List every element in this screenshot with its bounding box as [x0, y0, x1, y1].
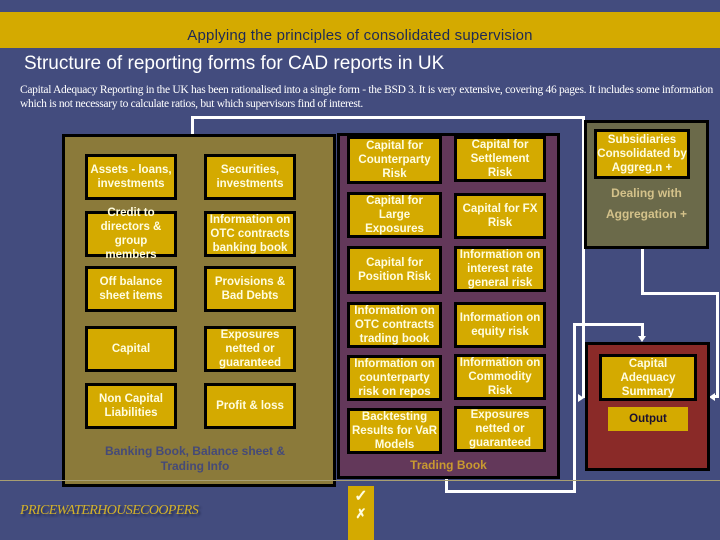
form-capital-large-exposures[interactable]: Capital for Large Exposures: [347, 192, 442, 238]
form-capital-position[interactable]: Capital for Position Risk: [347, 246, 442, 294]
intro-text: Capital Adequacy Reporting in the UK has…: [20, 84, 713, 110]
subsidiaries-panel: Subsidiaries Consolidated by Aggreg.n + …: [584, 120, 709, 249]
form-capital-settlement[interactable]: Capital for Settlement Risk: [454, 136, 546, 182]
subsidiaries-caption-line2: Aggregation +: [605, 207, 687, 221]
arrow-icon: [578, 394, 584, 402]
form-off-balance-sheet[interactable]: Off balance sheet items: [85, 266, 177, 312]
capital-adequacy-summary-panel: Capital Adequacy Summary Output: [585, 342, 710, 471]
form-assets-loans[interactable]: Assets - loans, investments: [85, 154, 177, 200]
form-capital-counterparty[interactable]: Capital for Counterparty Risk: [347, 136, 442, 184]
form-securities[interactable]: Securities, investments: [204, 154, 296, 200]
form-interest-rate-risk[interactable]: Information on interest rate general ris…: [454, 246, 546, 292]
check-icon[interactable]: ✓: [348, 488, 374, 506]
footer-divider: [0, 480, 720, 481]
form-capital[interactable]: Capital: [85, 326, 177, 372]
header-banner: Applying the principles of consolidated …: [0, 12, 720, 48]
form-counterparty-repos[interactable]: Information on counterparty risk on repo…: [347, 355, 442, 401]
form-profit-loss[interactable]: Profit & loss: [204, 383, 296, 429]
form-commodity-risk[interactable]: Information on Commodity Risk: [454, 354, 546, 400]
form-provisions[interactable]: Provisions & Bad Debts: [204, 266, 296, 312]
page-title: Structure of reporting forms for CAD rep…: [24, 53, 445, 74]
form-non-capital-liabilities[interactable]: Non Capital Liabilities: [85, 383, 177, 429]
trading-book-panel: Capital for Counterparty Risk Capital fo…: [337, 133, 560, 479]
form-capital-adequacy-summary[interactable]: Capital Adequacy Summary: [599, 354, 697, 401]
output-label: Output: [608, 407, 688, 431]
form-otc-trading-book[interactable]: Information on OTC contracts trading boo…: [347, 302, 442, 348]
form-credit-directors[interactable]: Credit to directors & group members: [85, 207, 177, 261]
banking-book-panel: Assets - loans, investments Securities, …: [62, 134, 336, 487]
form-equity-risk[interactable]: Information on equity risk: [454, 302, 546, 348]
banner-text: Applying the principles of consolidated …: [187, 27, 533, 44]
pwc-logo: PRICEWATERHOUSECOOPERS: [20, 503, 199, 518]
form-exposures-netted-trading[interactable]: Exposures netted or guaranteed: [454, 406, 546, 452]
subsidiaries-caption-line1: Dealing with: [611, 186, 682, 200]
form-otc-banking-book[interactable]: Information on OTC contracts banking boo…: [204, 211, 296, 257]
trading-book-caption: Trading Book: [410, 458, 487, 472]
cross-icon[interactable]: ✗: [348, 506, 374, 522]
check-cross-strip: ✓ ✗: [348, 486, 374, 540]
form-exposures-netted-banking[interactable]: Exposures netted or guaranteed: [204, 326, 296, 372]
form-subsidiaries-consolidated[interactable]: Subsidiaries Consolidated by Aggreg.n +: [594, 129, 690, 179]
form-capital-fx[interactable]: Capital for FX Risk: [454, 193, 546, 239]
banking-book-caption: Banking Book, Balance sheet & Trading In…: [104, 444, 286, 473]
form-backtesting-var[interactable]: Backtesting Results for VaR Models: [347, 408, 442, 454]
